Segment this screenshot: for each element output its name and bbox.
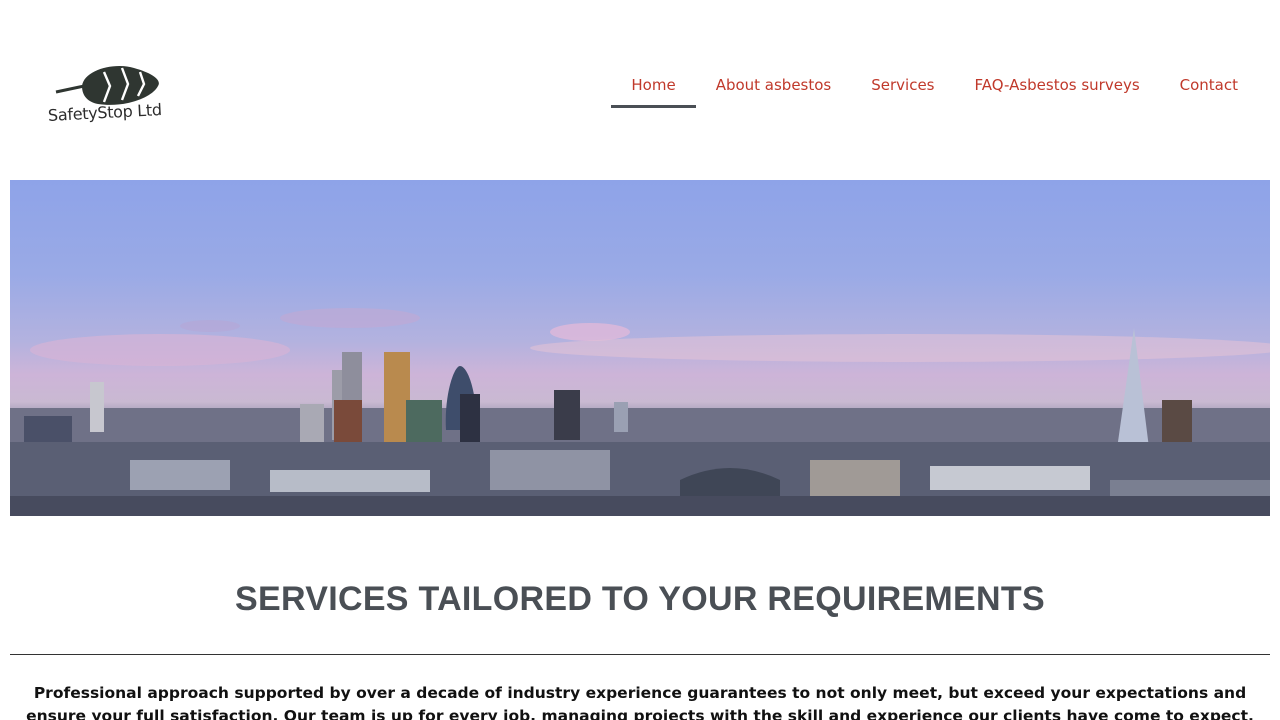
site-header: SafetyStop Ltd Home About asbestos Servi… [0, 0, 1280, 180]
nav-item-services[interactable]: Services [851, 64, 954, 108]
section-divider [10, 654, 1270, 655]
site-logo[interactable]: SafetyStop Ltd [46, 64, 174, 132]
city-skyline-image [10, 308, 1270, 516]
nav-item-about-asbestos[interactable]: About asbestos [696, 64, 852, 108]
main-nav: Home About asbestos Services FAQ-Asbesto… [611, 64, 1258, 108]
nav-item-home[interactable]: Home [611, 64, 696, 108]
hero-image [10, 180, 1270, 516]
nav-item-faq-asbestos-surveys[interactable]: FAQ-Asbestos surveys [955, 64, 1160, 108]
intro-paragraph: Professional approach supported by over … [26, 684, 1254, 720]
section-title: SERVICES TAILORED TO YOUR REQUIREMENTS [235, 580, 1045, 618]
nav-item-contact[interactable]: Contact [1160, 64, 1258, 108]
